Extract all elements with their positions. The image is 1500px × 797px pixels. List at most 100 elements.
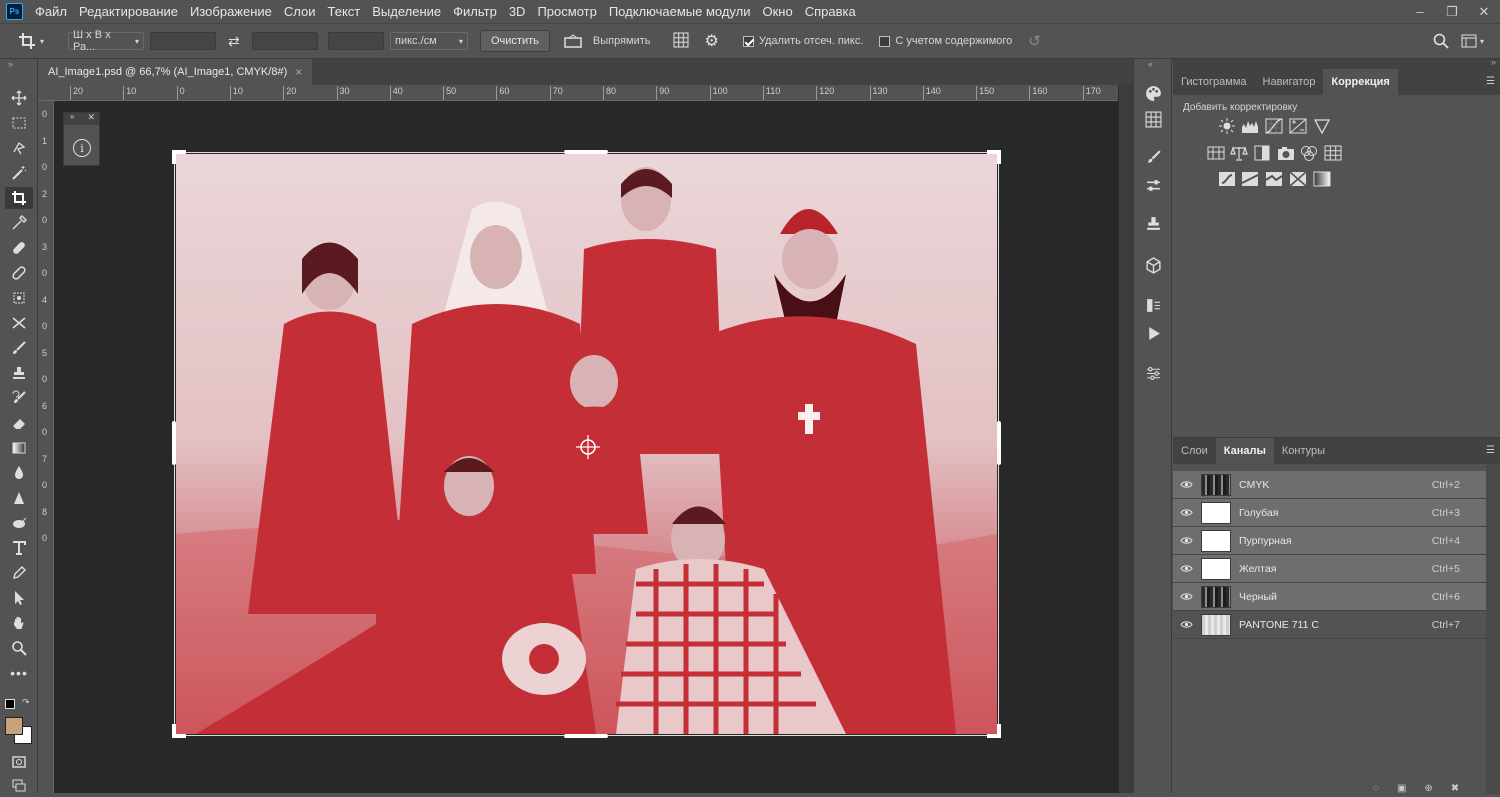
channel-row[interactable]: CMYK Ctrl+2 <box>1173 471 1486 499</box>
gradient-map-icon[interactable] <box>1313 171 1331 187</box>
channel-mixer-icon[interactable] <box>1300 145 1318 161</box>
hue-saturation-icon[interactable] <box>1207 145 1225 161</box>
swap-icon[interactable]: ⇄ <box>228 33 246 50</box>
crop-handle-bottom[interactable] <box>564 734 608 738</box>
blur-tool-icon[interactable] <box>5 462 33 484</box>
exposure-icon[interactable] <box>1289 118 1307 134</box>
crop-handle-top-right[interactable] <box>987 150 1001 164</box>
hand-tool-icon[interactable] <box>5 612 33 634</box>
marquee-tool-icon[interactable] <box>5 112 33 134</box>
panel-collapse-icon[interactable]: » <box>8 59 13 69</box>
content-aware-move-tool-icon[interactable] <box>5 287 33 309</box>
red-eye-tool-icon[interactable] <box>5 312 33 334</box>
save-selection-icon[interactable]: ▣ <box>1397 783 1406 794</box>
menu-item[interactable]: Изображение <box>184 0 278 23</box>
delete-cropped-checkbox[interactable]: Удалить отсеч. пикс. <box>742 35 863 47</box>
default-colors-icon[interactable] <box>5 699 15 709</box>
eye-icon[interactable] <box>1179 618 1193 632</box>
quick-mask-icon[interactable] <box>5 751 33 773</box>
more-tools-icon[interactable]: ••• <box>5 662 33 684</box>
info-panel-expand-icon[interactable]: » <box>70 112 74 121</box>
menu-item[interactable]: Окно <box>756 0 798 23</box>
crop-tool-icon[interactable] <box>5 187 33 209</box>
foreground-color-swatch[interactable] <box>5 717 23 735</box>
curves-icon[interactable] <box>1265 118 1283 134</box>
new-channel-icon[interactable]: ⊕ <box>1424 783 1432 794</box>
search-icon[interactable] <box>1433 33 1449 52</box>
posterize-icon[interactable] <box>1241 171 1259 187</box>
vertical-scrollbar[interactable] <box>1118 85 1133 793</box>
crop-handle-left[interactable] <box>172 421 176 465</box>
clear-button[interactable]: Очистить <box>480 30 550 52</box>
info-icon[interactable]: i <box>73 139 91 157</box>
height-field[interactable] <box>252 32 318 50</box>
history-icon[interactable] <box>1143 295 1163 315</box>
ratio-select[interactable]: Ш x В x Ра... ▾ <box>68 29 144 53</box>
properties-sliders-icon[interactable] <box>1143 363 1163 383</box>
patch-tool-icon[interactable] <box>5 262 33 284</box>
menu-item[interactable]: Файл <box>29 0 73 23</box>
screen-mode-icon[interactable] <box>5 775 33 797</box>
color-lookup-icon[interactable] <box>1324 145 1342 161</box>
eye-icon[interactable] <box>1179 478 1193 492</box>
crop-handle-right[interactable] <box>997 421 1001 465</box>
menu-item[interactable]: Подключаемые модули <box>603 0 757 23</box>
delete-channel-icon[interactable]: ✖ <box>1451 783 1459 794</box>
menu-item[interactable]: Редактирование <box>73 0 184 23</box>
restore-icon[interactable]: ❐ <box>1436 0 1468 23</box>
close-window-icon[interactable]: ✕ <box>1468 0 1500 23</box>
settings-gear-icon[interactable]: ⚙ <box>705 31 719 51</box>
swap-colors-icon[interactable]: ↷ <box>22 697 30 708</box>
channel-row[interactable]: Желтая Ctrl+5 <box>1173 555 1486 583</box>
channels-panel-tab[interactable]: Слои <box>1173 438 1216 464</box>
photo-filter-icon[interactable] <box>1277 145 1295 161</box>
swatches-grid-icon[interactable] <box>1143 109 1163 129</box>
brush-settings-icon[interactable] <box>1143 175 1163 195</box>
magic-wand-tool-icon[interactable] <box>5 162 33 184</box>
move-tool-icon[interactable] <box>5 87 33 109</box>
menu-item[interactable]: Справка <box>799 0 862 23</box>
vibrance-icon[interactable] <box>1313 118 1331 134</box>
document-close-icon[interactable]: × <box>295 65 302 79</box>
channels-panel-tab[interactable]: Контуры <box>1274 438 1333 464</box>
black-white-icon[interactable] <box>1253 145 1271 161</box>
adjustments-panel-tab[interactable]: Гистограмма <box>1173 69 1255 95</box>
resolution-field[interactable] <box>328 32 384 50</box>
crop-handle-bottom-right[interactable] <box>987 724 1001 738</box>
clone-stamp-tool-icon[interactable] <box>5 362 33 384</box>
brush-tool-icon[interactable] <box>5 337 33 359</box>
selective-color-icon[interactable] <box>1289 171 1307 187</box>
eye-icon[interactable] <box>1179 534 1193 548</box>
menu-item[interactable]: Фильтр <box>447 0 503 23</box>
clone-source-icon[interactable] <box>1143 213 1163 233</box>
channel-row[interactable]: PANTONE 711 C Ctrl+7 <box>1173 611 1486 639</box>
menu-item[interactable]: Слои <box>278 0 322 23</box>
freeform-pen-tool-icon[interactable] <box>5 562 33 584</box>
zoom-tool-icon[interactable] <box>5 637 33 659</box>
channels-panel-menu-icon[interactable]: ☰ <box>1486 445 1495 456</box>
healing-brush-tool-icon[interactable] <box>5 237 33 259</box>
content-aware-checkbox[interactable]: С учетом содержимого <box>879 35 1012 47</box>
levels-icon[interactable] <box>1241 118 1259 134</box>
crop-handle-top-left[interactable] <box>172 150 186 164</box>
eye-icon[interactable] <box>1179 562 1193 576</box>
menu-item[interactable]: 3D <box>503 0 532 23</box>
channel-row[interactable]: Черный Ctrl+6 <box>1173 583 1486 611</box>
adjustments-panel-tab[interactable]: Коррекция <box>1323 69 1398 95</box>
workspace-icon[interactable]: ▾ <box>1461 34 1484 48</box>
eye-icon[interactable] <box>1179 590 1193 604</box>
gradient-tool-icon[interactable] <box>5 437 33 459</box>
dodge-tool-icon[interactable] <box>5 487 33 509</box>
menu-item[interactable]: Текст <box>322 0 367 23</box>
color-palette-icon[interactable] <box>1143 83 1163 103</box>
units-select[interactable]: пикс./см ▾ <box>390 32 468 50</box>
straighten-icon[interactable] <box>564 34 582 48</box>
eyedropper-tool-icon[interactable] <box>5 212 33 234</box>
pen-tool-icon[interactable] <box>5 512 33 534</box>
channels-panel-tab[interactable]: Каналы <box>1215 438 1274 464</box>
minimize-icon[interactable]: – <box>1404 0 1436 23</box>
document-canvas[interactable] <box>54 101 1118 793</box>
invert-icon[interactable] <box>1218 171 1236 187</box>
menu-item[interactable]: Выделение <box>366 0 447 23</box>
crop-tool-preset-icon[interactable]: ▾ <box>18 32 48 50</box>
